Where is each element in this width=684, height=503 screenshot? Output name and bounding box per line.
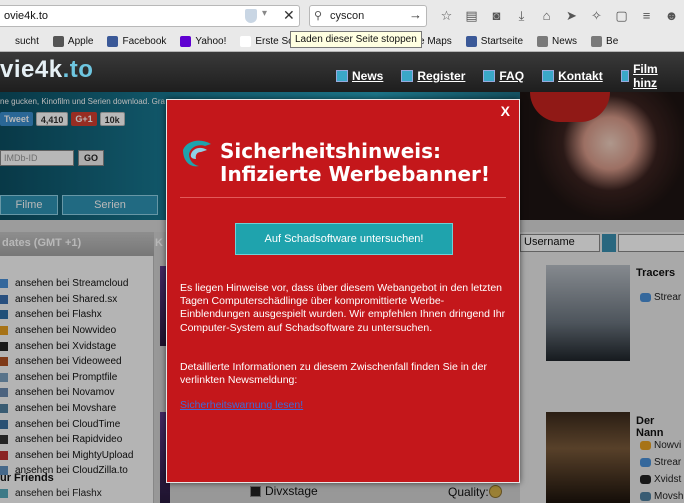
bookmark-item[interactable]: Yahoo! [180,35,226,47]
security-warning-link[interactable]: Sicherheitswarnung lesen! [180,399,303,411]
nav-icon [542,70,555,82]
modal-paragraph: Es liegen Hinweise vor, dass über diesem… [180,282,506,334]
shield-icon[interactable] [245,9,257,23]
chat-icon[interactable]: ☻ [659,6,684,26]
extension-icon[interactable]: ✧ [584,6,609,26]
bookmark-item[interactable]: Be [591,35,618,47]
browser-toolbar: ovie4k.to ▾ ✕ ⚲ cyscon → ☆ ▤ ◙ ⤓ ⌂ ➤ ✧ ▢… [0,0,684,52]
nav-icon [401,70,414,82]
scan-malware-button[interactable]: Auf Schadsoftware untersuchen! [235,223,453,255]
bookmark-item[interactable]: sucht [0,35,39,47]
bookmark-favicon-icon [537,35,549,47]
bookmark-item[interactable]: Facebook [107,35,166,47]
nav-icon [620,70,630,82]
bookmark-star-icon[interactable]: ☆ [434,6,459,26]
bookmark-item[interactable]: Startseite [465,35,523,47]
bookmark-item[interactable]: News [537,35,577,47]
menu-icon[interactable]: ≡ [634,6,659,26]
stop-loading-icon[interactable]: ✕ [283,7,295,24]
nav-item-faq[interactable]: FAQ [483,62,524,90]
site-header: vie4k.to News Register FAQ Kontakt Film hinz [0,52,684,92]
nav-item-kontakt[interactable]: Kontakt [542,62,603,90]
stop-tooltip: Laden dieser Seite stoppen [290,31,422,48]
cyscon-logo-icon [183,140,211,167]
nav-icon [483,70,496,82]
url-text: ovie4k.to [4,10,49,22]
search-input[interactable]: cyscon [330,10,364,22]
window-icon[interactable]: ▢ [609,6,634,26]
search-go-arrow-icon[interactable]: → [409,7,422,22]
download-icon[interactable]: ⤓ [509,6,534,26]
nav-item-film-hinz[interactable]: Film hinz [620,62,666,90]
divider [180,197,506,198]
toolbar-icons: ☆ ▤ ◙ ⤓ ⌂ ➤ ✧ ▢ ≡ ☻ [434,6,684,26]
close-icon[interactable]: X [501,103,510,119]
nav-item-news[interactable]: News [336,62,383,90]
bookmark-favicon-icon [180,35,192,47]
bookmark-favicon-icon [0,35,11,47]
home-icon[interactable]: ⌂ [534,6,559,26]
modal-paragraph: Detaillierte Informationen zu diesem Zwi… [180,361,487,387]
bookmark-favicon-icon [591,35,603,47]
modal-title: Sicherheitshinweis: Infizierte Werbebann… [220,139,491,186]
send-icon[interactable]: ➤ [559,6,584,26]
reading-list-icon[interactable]: ▤ [459,6,484,26]
bookmark-favicon-icon [52,35,64,47]
site-logo[interactable]: vie4k.to [0,56,93,84]
search-bar[interactable]: ⚲ cyscon → [309,5,427,27]
bookmark-favicon-icon [465,35,477,47]
security-warning-modal: X Sicherheitshinweis: Infizierte Werbeba… [166,99,520,483]
search-icon: ⚲ [314,10,323,22]
url-bar[interactable]: ovie4k.to ▾ ✕ [0,5,300,27]
bookmark-item[interactable]: Apple [52,35,93,47]
main-nav: News Register FAQ Kontakt Film hinz [336,62,684,90]
chevron-down-icon[interactable]: ▾ [262,8,267,19]
bookmark-favicon-icon [107,35,119,47]
nav-icon [336,70,348,82]
pocket-icon[interactable]: ◙ [484,6,509,26]
bookmark-favicon-icon [240,35,252,47]
nav-item-register[interactable]: Register [401,62,465,90]
